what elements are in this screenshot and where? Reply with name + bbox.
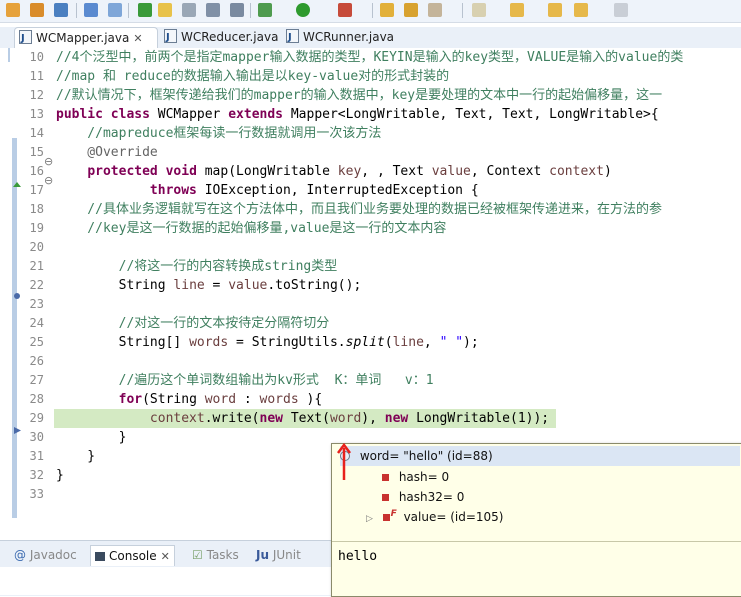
java-file-icon (19, 28, 32, 49)
tab-junit[interactable]: Ju JUnit (256, 545, 301, 565)
code-line-17: throws IOException, InterruptedException… (149, 183, 479, 198)
code-line-15: @Override (56, 145, 158, 160)
tab-label: WCRunner.java (303, 30, 395, 44)
code-line-16: protected void map(LongWritable key, , T… (87, 164, 612, 179)
tab-tasks[interactable]: ☑ Tasks (192, 545, 239, 565)
code-line-13: public class WCMapper extends Mapper<Lon… (56, 107, 659, 122)
debug-variable-hover: word= "hello" (id=88) hash= 0 hash32= 0 … (331, 443, 741, 597)
new-package-icon[interactable] (54, 3, 68, 17)
toggle-block-selection-icon[interactable] (182, 3, 196, 17)
toggle-mark-occurrences-icon[interactable] (158, 3, 172, 17)
run-icon[interactable] (296, 3, 310, 17)
line-number-gutter: 10 11 12 13 14 15 16 17 18 19 20 21 22 2… (29, 50, 44, 501)
pen-icon[interactable] (428, 3, 442, 17)
editor-tab-bar: WCMapper.java✕ WCReducer.java WCRunner.j… (0, 27, 741, 49)
open-folder-icon[interactable] (404, 3, 418, 17)
private-field-icon (382, 474, 389, 481)
code-line-21: //将这一行的内容转换成string类型 (56, 259, 338, 274)
java-file-icon (164, 27, 177, 48)
variable-field-row[interactable]: hash= 0 (382, 467, 449, 487)
code-line-11: //map 和 reduce的数据输入输出是以key-value对的形式封装的 (56, 69, 450, 84)
annotation-icon[interactable] (472, 3, 486, 17)
forward-icon[interactable] (614, 3, 628, 17)
fold-collapse-icon[interactable]: ⊖ (44, 155, 53, 168)
code-line-14: //mapreduce框架每读一行数据就调用一次该方法 (56, 126, 382, 141)
tab-javadoc[interactable]: @ Javadoc (14, 545, 77, 565)
tab-wcmapper[interactable]: WCMapper.java✕ (14, 27, 158, 49)
private-field-icon (382, 494, 389, 501)
external-tools-icon[interactable] (338, 3, 352, 17)
search-icon[interactable] (108, 3, 122, 17)
code-line-19: //key是这一行数据的起始偏移量,value是这一行的文本内容 (56, 221, 447, 236)
code-line-18: //具体业务逻辑就写在这个方法体中，而且我们业务要处理的数据已经被框架传递进来，… (56, 202, 662, 217)
code-line-25: String[] words = StringUtils.split(line,… (118, 335, 479, 350)
debug-icon[interactable] (258, 3, 272, 17)
java-file-icon (286, 27, 299, 48)
code-line-22: String line = value.toString(); (118, 278, 362, 293)
overview-left-strip (0, 48, 10, 522)
pin-editor-icon[interactable] (230, 3, 244, 17)
show-whitespace-icon[interactable] (206, 3, 220, 17)
fold-collapse-icon[interactable]: ⊖ (44, 174, 53, 187)
tab-label: WCReducer.java (181, 30, 279, 44)
quick-diff-ruler (12, 48, 19, 522)
code-line-29-current: context.write(new Text(word), new LongWr… (54, 409, 556, 428)
main-toolbar (0, 0, 741, 23)
open-type-icon[interactable] (6, 3, 20, 17)
code-line-12: //默认情况下，框架传递给我们的mapper的输入数据中，key是要处理的文本中… (56, 88, 663, 103)
open-task-icon[interactable] (30, 3, 44, 17)
run-last-icon[interactable] (138, 3, 152, 17)
code-content: //4个泛型中，前两个是指定mapper输入数据的类型，KEYIN是输入的key… (54, 48, 741, 504)
tab-wcreducer[interactable]: WCReducer.java (160, 27, 284, 48)
close-icon[interactable]: ✕ (133, 32, 142, 45)
back-dropdown-icon[interactable] (574, 3, 588, 17)
variable-root-row[interactable]: word= "hello" (id=88) (340, 446, 740, 466)
code-line-27: //遍历这个单词数组输出为kv形式 K：单词 v：1 (56, 373, 434, 388)
tab-label: WCMapper.java (36, 31, 130, 45)
red-arrow-annotation (337, 442, 351, 480)
back-icon[interactable] (548, 3, 562, 17)
breakpoint-icon[interactable] (14, 293, 20, 299)
tab-wcrunner[interactable]: WCRunner.java (284, 27, 406, 48)
code-line-24: //对这一行的文本按待定分隔符切分 (56, 316, 330, 331)
tab-console[interactable]: Console ✕ (90, 545, 175, 566)
open-file-icon[interactable] (380, 3, 394, 17)
expand-arrow-icon[interactable]: ▷ (366, 509, 373, 529)
code-line-28: for(String word : words ){ (118, 392, 323, 407)
code-line-10: //4个泛型中，前两个是指定mapper输入数据的类型，KEYIN是输入的key… (56, 50, 684, 65)
variable-tree: word= "hello" (id=88) hash= 0 hash32= 0 … (332, 444, 741, 541)
variable-detail-pane: hello (338, 549, 378, 564)
private-final-field-icon (382, 514, 390, 521)
new-class-icon[interactable] (84, 3, 98, 17)
variable-field-row[interactable]: ▷ F value= (id=105) (366, 507, 503, 527)
next-annotation-icon[interactable] (510, 3, 524, 17)
